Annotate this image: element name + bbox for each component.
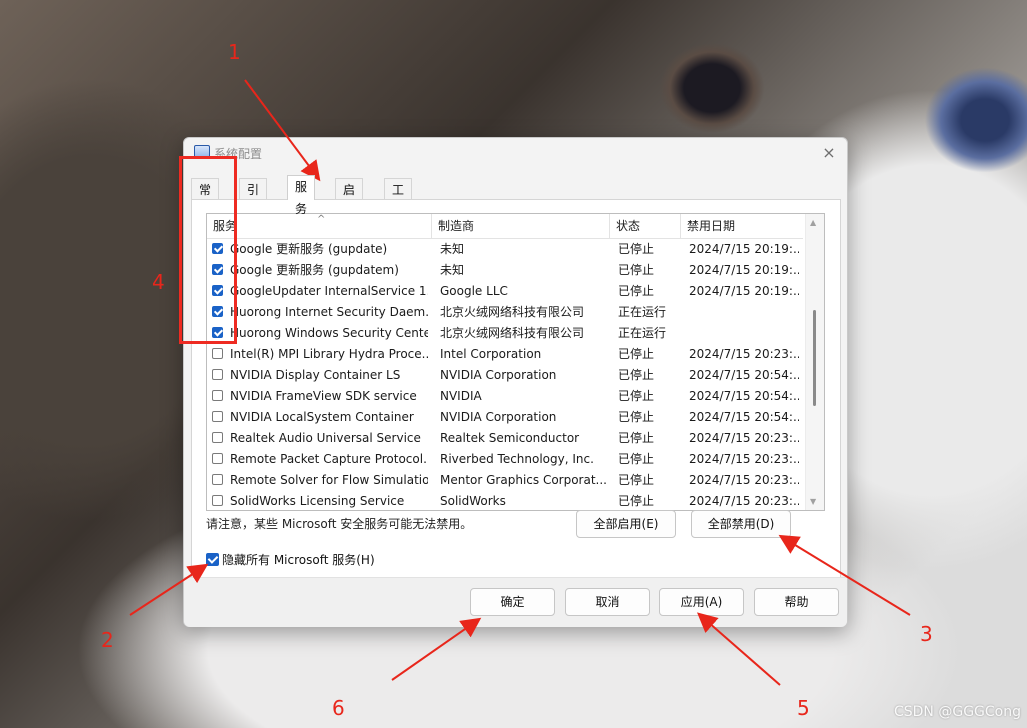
annotation-label-1: 1 bbox=[228, 40, 241, 64]
arrow-1 bbox=[244, 79, 321, 182]
annotation-label-2: 2 bbox=[101, 628, 114, 652]
annotation-label-6: 6 bbox=[332, 696, 345, 720]
arrow-3 bbox=[778, 534, 911, 616]
annotation-label-5: 5 bbox=[797, 696, 810, 720]
annotation-arrows bbox=[129, 79, 911, 686]
tab-services[interactable]: 服务 bbox=[287, 175, 316, 216]
annotation-label-4: 4 bbox=[152, 270, 165, 294]
arrow-5 bbox=[696, 612, 781, 686]
annotation-label-3: 3 bbox=[920, 622, 933, 646]
csdn-watermark: CSDN @GGGCong bbox=[893, 704, 1021, 720]
arrow-2 bbox=[129, 563, 209, 616]
arrow-6 bbox=[391, 617, 482, 681]
